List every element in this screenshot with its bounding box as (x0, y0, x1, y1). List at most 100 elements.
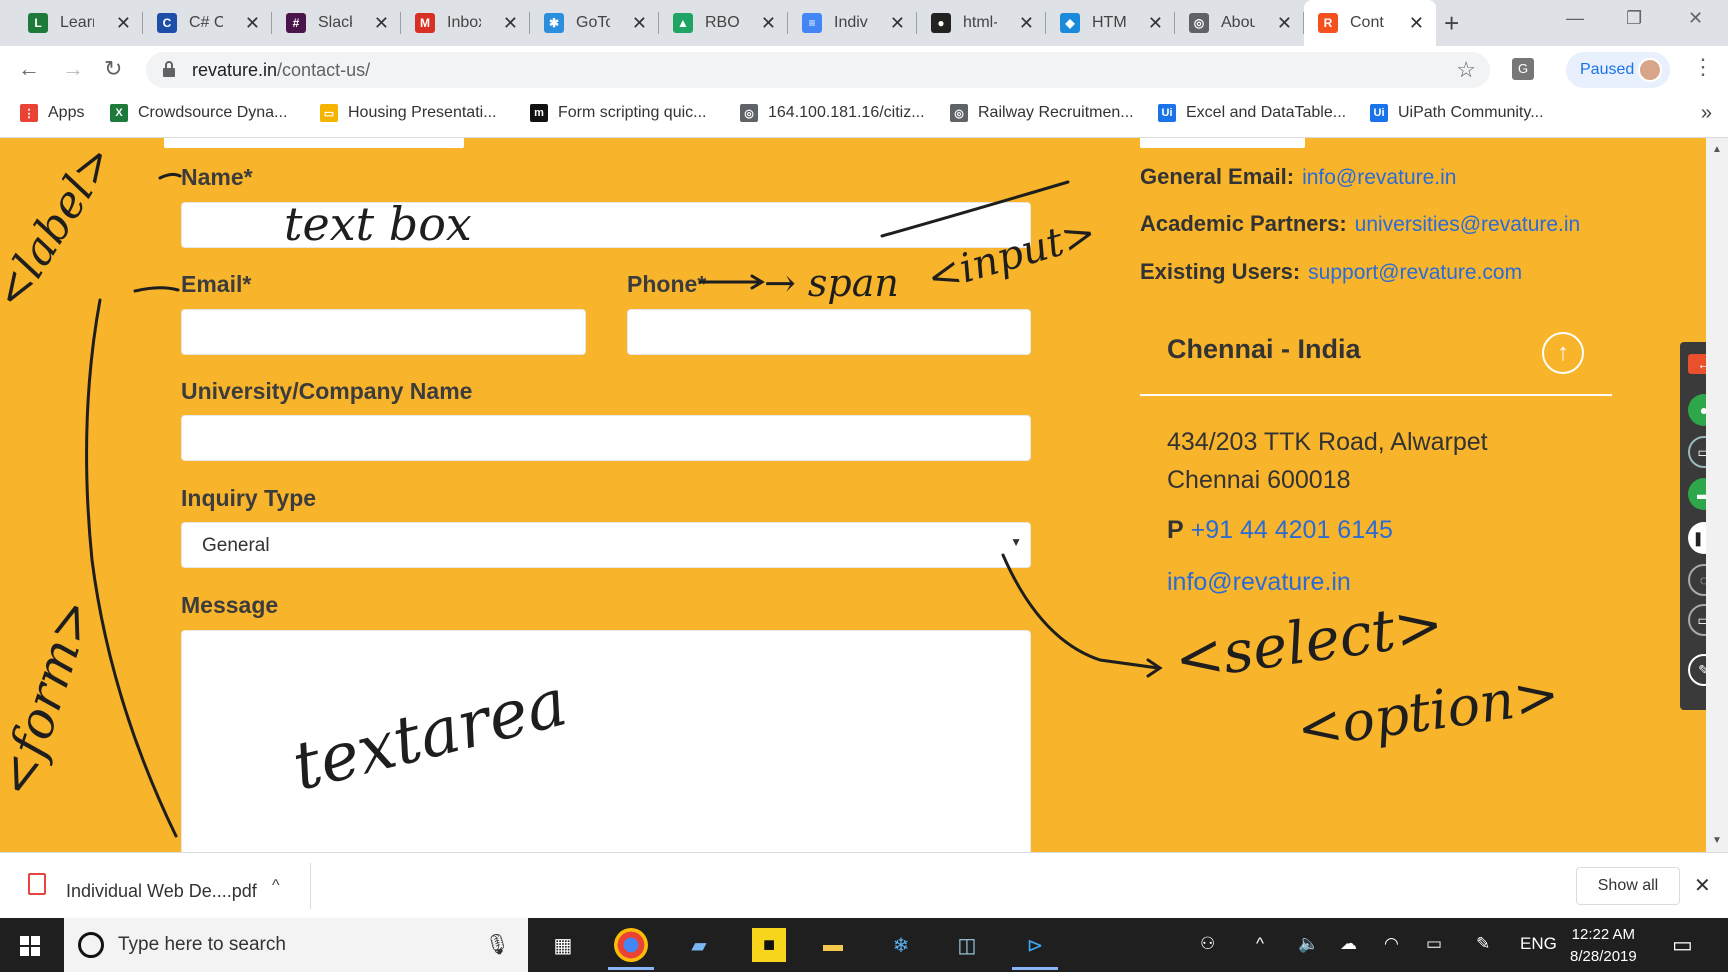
close-tab-icon[interactable]: ✕ (374, 13, 389, 34)
bookmark-item[interactable]: Ui Excel and DataTable... (1158, 104, 1346, 122)
taskbar-search-box[interactable]: Type here to search 🎙 (64, 918, 528, 972)
general-email-link[interactable]: info@revature.in (1302, 166, 1456, 189)
tray-expand-icon[interactable]: ^ (1256, 934, 1264, 954)
reload-icon[interactable]: ↻ (104, 56, 122, 82)
tab-favicon-icon: ◆ (1060, 13, 1080, 33)
tab-6[interactable]: ≡ Indivi ✕ (788, 0, 917, 46)
close-tab-icon[interactable]: ✕ (245, 13, 260, 34)
notifications-icon[interactable]: ▭ (1672, 932, 1693, 958)
back-icon[interactable]: ← (18, 56, 40, 82)
battery-icon[interactable]: ▭ (1426, 934, 1442, 954)
people-icon[interactable]: ⚇ (1200, 934, 1215, 954)
office-email-link[interactable]: info@revature.in (1167, 568, 1351, 596)
bookmark-label: UiPath Community... (1398, 104, 1544, 121)
scroll-down-icon[interactable]: ▼ (1712, 835, 1722, 846)
bookmark-item[interactable]: ⋮ Apps (20, 104, 84, 122)
bookmark-favicon-icon: ◎ (740, 104, 758, 122)
phone-input[interactable] (627, 309, 1031, 355)
menu-kebab-icon[interactable]: ⋮ (1692, 54, 1714, 80)
bookmark-label: Excel and DataTable... (1186, 104, 1347, 121)
wifi-icon[interactable]: ◠ (1384, 934, 1399, 954)
vscode-icon[interactable]: ⊳ (1012, 928, 1058, 970)
restore-icon[interactable]: ❐ (1626, 8, 1642, 29)
email-label: Email* (181, 271, 252, 297)
app-icon[interactable]: ▰ (682, 928, 716, 962)
forward-icon[interactable]: → (62, 56, 84, 82)
bookmark-label: Apps (48, 104, 85, 121)
bookmark-item[interactable]: Ui UiPath Community... (1370, 104, 1544, 122)
volume-icon[interactable]: 🔈 (1298, 934, 1319, 954)
existing-users-label: Existing Users: (1140, 259, 1301, 284)
bookmark-star-icon[interactable]: ☆ (1456, 57, 1476, 83)
file-explorer-icon[interactable]: ▬ (816, 928, 850, 962)
address-line-1: 434/203 TTK Road, Alwarpet (1167, 428, 1488, 456)
office-city-heading[interactable]: Chennai - India (1167, 334, 1361, 365)
name-input[interactable] (181, 202, 1031, 248)
chrome-icon[interactable] (608, 928, 654, 970)
bookmark-label: Housing Presentati... (348, 104, 497, 121)
tab-favicon-icon: ● (931, 13, 951, 33)
inquiry-type-select[interactable]: General ▼ (181, 522, 1031, 568)
download-options-caret-icon[interactable]: ^ (272, 877, 280, 895)
pen-workspace-icon[interactable]: ✎ (1476, 934, 1490, 954)
profile-status: Paused (1580, 61, 1635, 78)
tab-9[interactable]: ◎ About ✕ (1175, 0, 1304, 46)
tab-0[interactable]: L Learn ✕ (14, 0, 143, 46)
bookmark-item[interactable]: ◎ Railway Recruitmen... (950, 104, 1134, 122)
task-view-icon[interactable]: ▦ (546, 928, 580, 962)
office-email-row: info@revature.in (1167, 568, 1351, 597)
close-tab-icon[interactable]: ✕ (761, 13, 776, 34)
close-window-icon[interactable]: ✕ (1688, 8, 1703, 29)
profile-button[interactable]: Paused (1566, 52, 1670, 88)
message-textarea[interactable] (181, 630, 1031, 852)
microphone-icon[interactable]: 🎙 (485, 932, 510, 957)
clock-date: 8/28/2019 (1570, 948, 1637, 965)
close-tab-icon[interactable]: ✕ (503, 13, 518, 34)
tab-favicon-icon: ≡ (802, 13, 822, 33)
new-tab-button[interactable]: + (1444, 8, 1459, 39)
scroll-up-icon[interactable]: ▲ (1712, 144, 1722, 155)
bookmark-item[interactable]: X Crowdsource Dyna... (110, 104, 287, 122)
windows-start-icon[interactable] (20, 936, 40, 956)
tab-5[interactable]: ▲ RBO - ✕ (659, 0, 788, 46)
company-input[interactable] (181, 415, 1031, 461)
close-tab-icon[interactable]: ✕ (1409, 13, 1424, 34)
bookmarks-overflow-icon[interactable]: » (1701, 102, 1712, 125)
close-shelf-icon[interactable]: ✕ (1694, 873, 1711, 898)
tab-title: Slack (318, 14, 352, 31)
tab-1[interactable]: C C# Co ✕ (143, 0, 272, 46)
app-window-icon[interactable]: ◫ (950, 928, 984, 962)
close-tab-icon[interactable]: ✕ (1277, 13, 1292, 34)
tab-3[interactable]: M Inbox ✕ (401, 0, 530, 46)
sticky-notes-icon[interactable]: ■ (752, 928, 786, 962)
tab-7[interactable]: ● html- ✕ (917, 0, 1046, 46)
tab-4[interactable]: ✱ GoTo ✕ (530, 0, 659, 46)
close-tab-icon[interactable]: ✕ (116, 13, 131, 34)
tab-8[interactable]: ◆ HTML ✕ (1046, 0, 1175, 46)
close-tab-icon[interactable]: ✕ (890, 13, 905, 34)
bookmark-item[interactable]: ◎ 164.100.181.16/citiz... (740, 104, 925, 122)
tab-2[interactable]: # Slack ✕ (272, 0, 401, 46)
page-scrollbar[interactable]: ▲ ▼ (1706, 138, 1728, 852)
office-phone-link[interactable]: +91 44 4201 6145 (1191, 516, 1393, 544)
collapse-arrow-up-icon[interactable]: ↑ (1542, 332, 1584, 374)
language-indicator[interactable]: ENG (1520, 934, 1557, 954)
academic-email-link[interactable]: universities@revature.in (1355, 213, 1581, 236)
extension-g-icon[interactable]: G (1512, 58, 1534, 80)
bookmark-favicon-icon: ▭ (320, 104, 338, 122)
tab-10[interactable]: R Conta ✕ (1304, 0, 1436, 46)
close-tab-icon[interactable]: ✕ (1148, 13, 1163, 34)
show-all-button[interactable]: Show all (1576, 867, 1680, 905)
download-filename[interactable]: Individual Web De....pdf (66, 881, 257, 902)
close-tab-icon[interactable]: ✕ (632, 13, 647, 34)
snowflake-app-icon[interactable]: ❄ (884, 928, 918, 962)
existing-users-email-link[interactable]: support@revature.com (1308, 261, 1522, 284)
bookmark-item[interactable]: m Form scripting quic... (530, 104, 706, 122)
onedrive-icon[interactable]: ☁ (1340, 934, 1357, 954)
email-input[interactable] (181, 309, 586, 355)
address-bar[interactable]: revature.in/contact-us/ ☆ (146, 52, 1490, 88)
system-clock[interactable]: 12:22 AM 8/28/2019 (1570, 924, 1637, 968)
close-tab-icon[interactable]: ✕ (1019, 13, 1034, 34)
minimize-icon[interactable]: — (1566, 8, 1584, 29)
bookmark-item[interactable]: ▭ Housing Presentati... (320, 104, 497, 122)
